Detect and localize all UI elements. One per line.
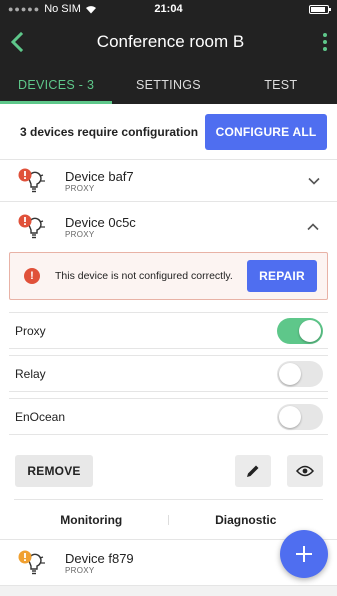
app-header: Conference room B [0,18,337,66]
device-actions: REMOVE [9,443,328,499]
pencil-icon [247,465,259,477]
toggle-row-enocean: EnOcean [9,398,328,435]
plus-icon [296,546,312,562]
bulb-error-icon [17,167,47,195]
tab-settings[interactable]: SETTINGS [112,66,224,104]
device-row[interactable]: Device baf7 PROXY [0,160,337,202]
kebab-dot-icon [323,40,327,44]
toggle-label: EnOcean [15,409,66,424]
enocean-switch[interactable] [277,403,323,430]
more-menu-button[interactable] [307,27,327,57]
subtab-diagnostic[interactable]: Diagnostic [169,513,324,527]
view-button[interactable] [287,455,323,487]
device-subtabs: Monitoring Diagnostic [14,499,323,539]
status-bar: ●●●●● No SIM 21:04 [0,0,337,18]
toggle-row-proxy: Proxy [9,312,328,349]
device-expanded-panel: Device 0c5c PROXY ! This device is not c… [0,202,337,540]
remove-button[interactable]: REMOVE [15,455,93,487]
device-row[interactable]: Device 0c5c PROXY [9,202,328,252]
device-name: Device baf7 [65,168,134,184]
configuration-message: 3 devices require configuration [20,124,199,139]
chevron-down-icon[interactable] [307,174,321,188]
warning-message: This device is not configured correctly. [55,269,233,282]
device-type: PROXY [65,230,95,239]
battery-icon [309,4,331,14]
configure-all-button[interactable]: CONFIGURE ALL [205,113,327,150]
edit-button[interactable] [235,455,271,487]
back-button[interactable] [10,27,34,57]
device-name: Device 0c5c [65,215,136,230]
kebab-dot-icon [323,47,327,51]
bulb-error-icon [17,213,47,241]
chevron-up-icon[interactable] [306,220,320,234]
subtab-monitoring[interactable]: Monitoring [14,513,169,527]
kebab-dot-icon [323,33,327,37]
toggle-label: Proxy [15,323,46,338]
tab-devices[interactable]: DEVICES - 3 [0,66,113,104]
repair-button[interactable]: REPAIR [247,260,317,292]
bulb-warning-icon [17,549,47,577]
status-time: 21:04 [154,3,183,15]
toggle-label: Relay [15,366,46,381]
relay-switch[interactable] [277,360,323,387]
configuration-banner: 3 devices require configuration CONFIGUR… [0,104,337,160]
tab-test[interactable]: TEST [225,66,337,104]
eye-icon [296,465,314,477]
chevron-left-icon [10,32,24,52]
proxy-switch[interactable] [277,317,323,344]
toggle-row-relay: Relay [9,355,328,392]
add-device-button[interactable] [280,530,328,578]
tab-bar: DEVICES - 3 SETTINGS TEST [0,66,337,104]
device-warning-box: ! This device is not configured correctl… [9,252,328,300]
device-type: PROXY [65,565,95,575]
page-title: Conference room B [96,32,245,51]
device-type: PROXY [65,183,95,193]
alert-icon: ! [24,268,40,284]
